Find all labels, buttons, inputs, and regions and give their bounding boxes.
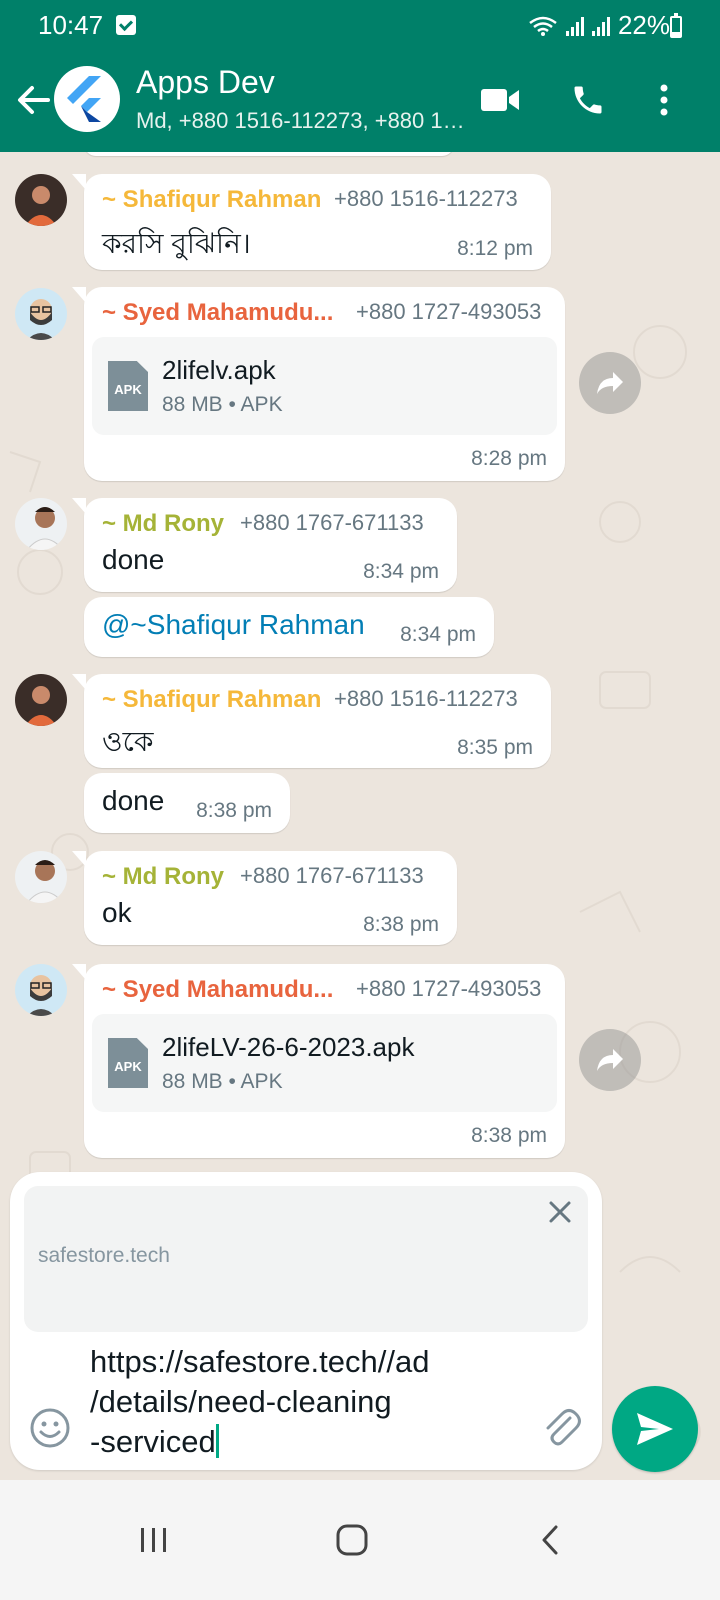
- battery-percent: 22%: [617, 10, 670, 40]
- message-time: 8:38 pm: [196, 799, 272, 822]
- send-button[interactable]: [612, 1386, 698, 1472]
- link-preview[interactable]: safestore.tech: [24, 1186, 588, 1332]
- signal-icon-1: [565, 16, 584, 36]
- group-avatar[interactable]: [54, 66, 120, 132]
- message-time: 8:12 pm: [457, 237, 533, 260]
- message-time: 8:38 pm: [363, 913, 439, 936]
- app-bar: Apps Dev Md, +880 1516-112273, +880 1727…: [0, 50, 720, 152]
- link-preview-domain: safestore.tech: [38, 1244, 170, 1267]
- forward-icon[interactable]: [579, 1029, 641, 1091]
- text-caret: [215, 1424, 219, 1458]
- mention-link[interactable]: @~Shafiqur Rahman: [102, 609, 365, 641]
- top-bar: 10:47 22% Apps Dev Md, +880 1516-112273,…: [0, 0, 720, 152]
- message-bubble[interactable]: ~ Shafiqur Rahman +880 1516-112273 ওকে 8…: [72, 674, 551, 768]
- message-bubble[interactable]: ~ Md Rony +880 1767-671133 ok 8:38 pm: [72, 851, 457, 945]
- system-nav-bar: [0, 1480, 720, 1600]
- chat-title[interactable]: Apps Dev: [136, 64, 275, 101]
- message-bubble[interactable]: ~ Shafiqur Rahman +880 1516-112273 করসি …: [72, 174, 551, 270]
- message-input-line: -serviced: [90, 1424, 216, 1459]
- send-icon: [637, 1413, 673, 1445]
- message-text: done: [102, 785, 165, 816]
- file-name: 2lifelv.apk: [162, 355, 276, 385]
- avatar-rony[interactable]: [15, 851, 67, 903]
- message-bubble-partial: [84, 152, 454, 156]
- message-text: করসি বুঝিনি।: [102, 228, 251, 259]
- sender-name[interactable]: ~ Shafiqur Rahman: [102, 686, 321, 714]
- file-meta: 88 MB • APK: [162, 1070, 283, 1093]
- file-meta: 88 MB • APK: [162, 393, 283, 416]
- home-icon[interactable]: [322, 1510, 382, 1570]
- compose-box[interactable]: safestore.tech https://safestore.tech//a…: [10, 1172, 602, 1470]
- sender-phone: +880 1727-493053: [356, 976, 542, 1001]
- video-call-icon[interactable]: [478, 78, 522, 122]
- sender-phone: +880 1516-112273: [334, 186, 518, 211]
- sender-phone: +880 1767-671133: [240, 863, 424, 888]
- sender-name[interactable]: ~ Syed Mahamudu...: [102, 976, 333, 1004]
- back-arrow-icon[interactable]: [14, 80, 54, 120]
- sender-phone: +880 1727-493053: [356, 299, 542, 324]
- emoji-icon[interactable]: [28, 1406, 72, 1450]
- status-bar: 10:47 22%: [0, 0, 720, 50]
- sender-name[interactable]: ~ Syed Mahamudu...: [102, 299, 333, 327]
- message-bubble-file[interactable]: ~ Syed Mahamudu... +880 1727-493053 APK …: [72, 964, 565, 1158]
- message-bubble-file[interactable]: ~ Syed Mahamudu... +880 1727-493053 APK …: [72, 287, 565, 481]
- avatar-syed[interactable]: [15, 288, 67, 340]
- file-attachment[interactable]: APK 2lifeLV-26-6-2023.apk 88 MB • APK: [92, 1014, 557, 1112]
- forward-icon[interactable]: [579, 352, 641, 414]
- apk-file-icon: APK: [108, 361, 148, 411]
- more-vert-icon[interactable]: [642, 78, 686, 122]
- avatar-rony[interactable]: [15, 498, 67, 550]
- recent-apps-icon[interactable]: [124, 1510, 184, 1570]
- avatar-shafiqur[interactable]: [15, 674, 67, 726]
- message-bubble[interactable]: ~ Md Rony +880 1767-671133 done 8:34 pm: [72, 498, 457, 592]
- flutter-logo-icon: [67, 76, 101, 122]
- notification-check-icon: [116, 15, 136, 35]
- attach-icon[interactable]: [540, 1406, 584, 1450]
- file-attachment[interactable]: APK 2lifelv.apk 88 MB • APK: [92, 337, 557, 435]
- sender-phone: +880 1516-112273: [334, 686, 518, 711]
- message-input-line: /details/need-cleaning: [90, 1384, 392, 1419]
- sender-phone: +880 1767-671133: [240, 510, 424, 535]
- status-time: 10:47: [38, 10, 104, 40]
- back-nav-icon[interactable]: [520, 1510, 580, 1570]
- status-right: 22%: [528, 10, 670, 41]
- sender-name[interactable]: ~ Shafiqur Rahman: [102, 186, 321, 214]
- chat-subtitle[interactable]: Md, +880 1516-112273, +880 1727-493053, …: [136, 108, 466, 134]
- message-text: ok: [102, 897, 132, 928]
- close-icon[interactable]: [546, 1198, 574, 1226]
- wifi-icon: [529, 16, 557, 36]
- sender-name[interactable]: ~ Md Rony: [102, 863, 224, 891]
- avatar-syed[interactable]: [15, 964, 67, 1016]
- message-input[interactable]: https://safestore.tech//ad /details/need…: [90, 1342, 530, 1462]
- message-time: 8:35 pm: [457, 736, 533, 759]
- message-time: 8:28 pm: [471, 447, 547, 470]
- battery-icon: [670, 13, 682, 38]
- sender-name[interactable]: ~ Md Rony: [102, 510, 224, 538]
- message-time: 8:34 pm: [400, 623, 476, 646]
- phone-icon[interactable]: [566, 78, 610, 122]
- message-bubble[interactable]: done 8:38 pm: [84, 773, 290, 833]
- message-bubble[interactable]: @~Shafiqur Rahman 8:34 pm: [84, 597, 494, 657]
- message-input-line: https://safestore.tech//ad: [90, 1344, 430, 1379]
- message-time: 8:38 pm: [471, 1124, 547, 1147]
- message-time: 8:34 pm: [363, 560, 439, 583]
- message-text: ওকে: [102, 726, 154, 757]
- file-name: 2lifeLV-26-6-2023.apk: [162, 1032, 415, 1062]
- signal-icon-2: [591, 16, 610, 36]
- apk-file-icon: APK: [108, 1038, 148, 1088]
- message-text: done: [102, 544, 165, 575]
- avatar-shafiqur[interactable]: [15, 174, 67, 226]
